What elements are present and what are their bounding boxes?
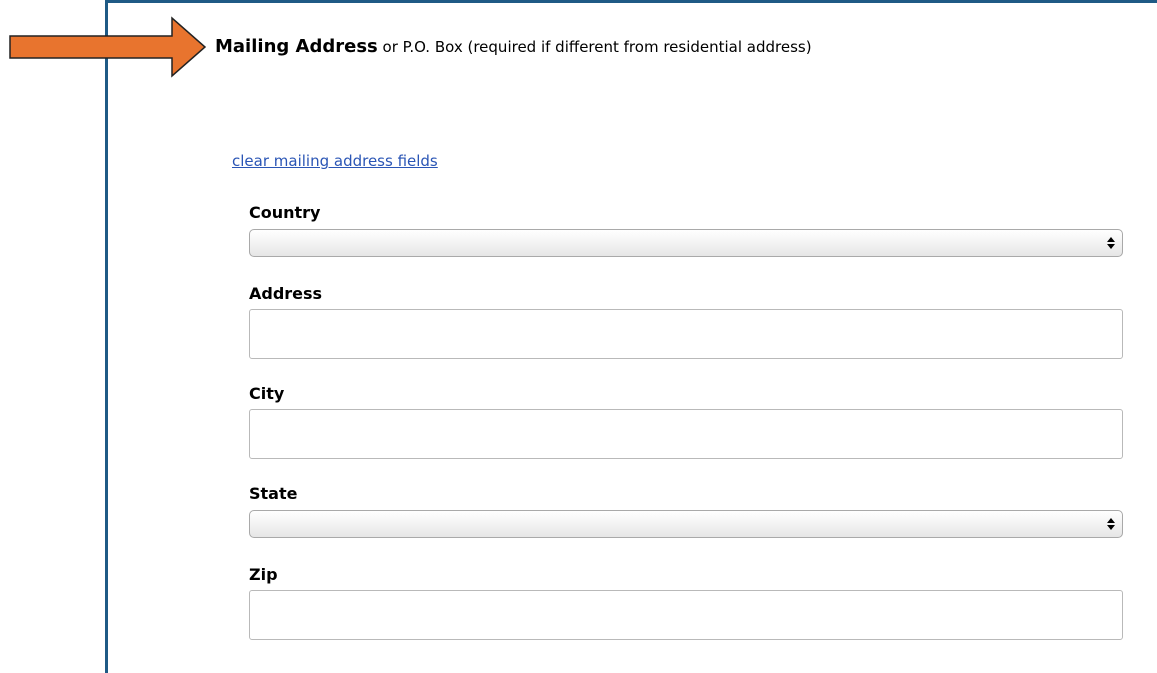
zip-input[interactable] [249,590,1123,640]
updown-chevron-icon [1107,237,1115,249]
address-input[interactable] [249,309,1123,359]
address-label: Address [249,284,323,303]
country-select[interactable] [249,229,1123,257]
updown-chevron-icon [1107,518,1115,530]
form-page: Mailing Address or P.O. Box (required if… [0,0,1157,673]
country-label: Country [249,203,321,222]
state-label: State [249,484,298,503]
right-arrow-icon [9,16,207,78]
state-select[interactable] [249,510,1123,538]
section-title-bold: Mailing Address [215,36,378,57]
section-title-note: or P.O. Box (required if different from … [377,38,812,56]
clear-mailing-address-link[interactable]: clear mailing address fields [232,152,438,170]
section-title: Mailing Address or P.O. Box (required if… [215,36,812,57]
city-label: City [249,384,285,403]
city-input[interactable] [249,409,1123,459]
zip-label: Zip [249,565,278,584]
